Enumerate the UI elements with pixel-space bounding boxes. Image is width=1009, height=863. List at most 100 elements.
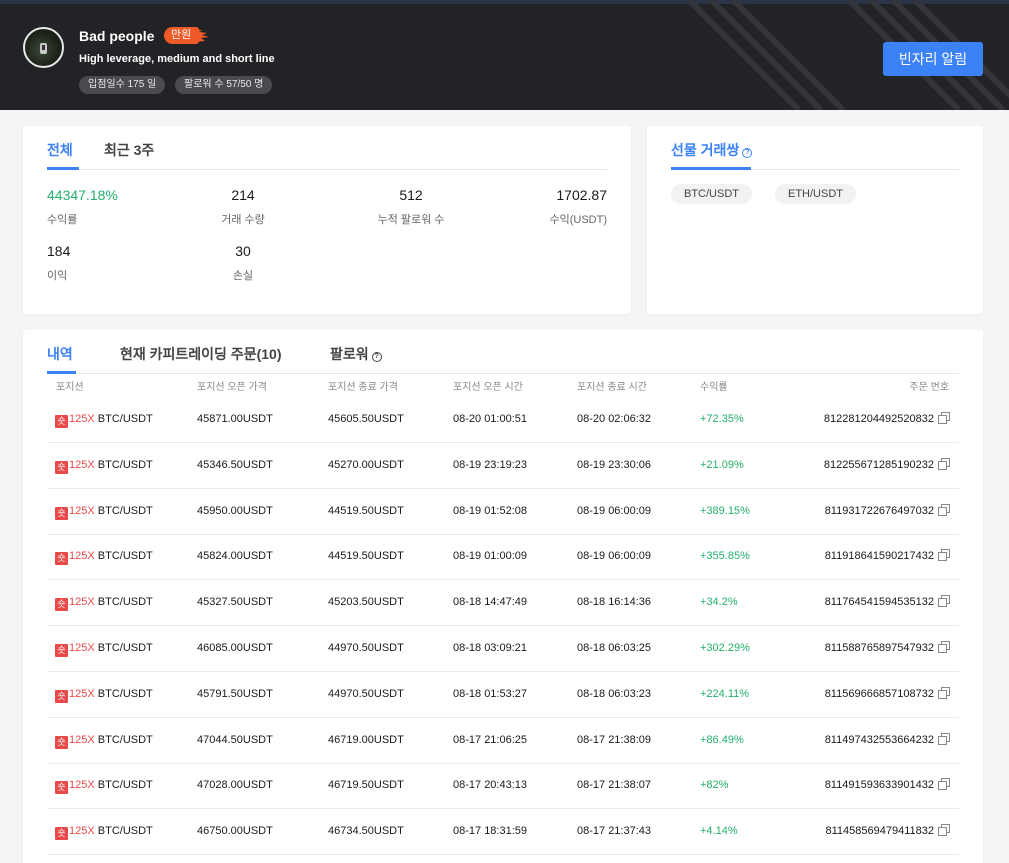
open-price: 47028.00USDT bbox=[197, 779, 273, 792]
help-icon[interactable]: ? bbox=[371, 352, 382, 362]
close-time: 08-18 16:14:36 bbox=[577, 596, 652, 609]
table-row: 숏 125X BTC/USDT 45346.50USDT 45270.00USDT 08… bbox=[47, 443, 959, 489]
position-cell: 숏 125X BTC/USDT bbox=[55, 763, 153, 808]
order-number-cell: 811764541594535132 bbox=[769, 580, 950, 625]
pair-eth-usdt[interactable]: ETH/USDT bbox=[775, 184, 856, 204]
roi-value: +224.11% bbox=[700, 687, 750, 700]
open-price: 45824.00USDT bbox=[197, 550, 273, 563]
tab-futures-pairs[interactable]: 선물 거래쌍? bbox=[671, 140, 753, 160]
col-roi: 수익률 bbox=[700, 382, 728, 393]
open-time: 08-19 01:52:08 bbox=[453, 504, 528, 517]
close-time: 08-18 06:03:23 bbox=[577, 687, 652, 700]
followers-tab-label: 팔로워 bbox=[330, 346, 369, 362]
open-time: 08-17 18:31:59 bbox=[453, 825, 528, 838]
copy-icon[interactable] bbox=[938, 595, 950, 608]
copy-icon[interactable] bbox=[938, 457, 950, 470]
tab-history[interactable]: 내역 bbox=[47, 344, 73, 364]
trader-name: Bad people bbox=[79, 28, 155, 44]
copy-icon[interactable] bbox=[938, 732, 950, 745]
active-tab-indicator bbox=[47, 371, 76, 374]
leverage: 125X bbox=[69, 642, 95, 654]
stat-trades-label: 거래 수량 bbox=[221, 214, 265, 226]
copy-icon[interactable] bbox=[938, 549, 950, 562]
vacancy-alert-button[interactable]: 빈자리 알림 bbox=[883, 42, 983, 76]
stat-profit-value: 1702.87 bbox=[556, 187, 607, 203]
position-cell: 숏 125X BTC/USDT bbox=[55, 443, 153, 488]
followers-pill: 팔로워 수 57/50 명 bbox=[175, 76, 273, 94]
order-number-cell: 811491593633901432 bbox=[769, 763, 950, 808]
table-row: 숏 125X BTC/USDT 47044.50USDT 46719.00USDT 08… bbox=[47, 718, 959, 764]
order-number: 811491593633901432 bbox=[824, 779, 934, 792]
table-row: 숏 125X BTC/USDT 45824.00USDT 44519.50USDT 08… bbox=[47, 534, 959, 581]
open-price: 46085.00USDT bbox=[197, 642, 273, 654]
pair: BTC/USDT bbox=[97, 550, 153, 563]
close-price: 45270.00USDT bbox=[328, 458, 404, 471]
order-number-cell: 811497432553664232 bbox=[769, 718, 950, 763]
close-price: 44970.50USDT bbox=[328, 687, 404, 700]
close-time: 08-17 21:38:07 bbox=[577, 779, 652, 792]
order-number-cell: 811588765897547932 bbox=[769, 626, 950, 671]
copy-icon[interactable] bbox=[938, 412, 950, 424]
order-number-cell: 811918641590217432 bbox=[769, 534, 950, 579]
futures-pairs-title: 선물 거래쌍 bbox=[671, 142, 740, 158]
stat-roi-label: 수익률 bbox=[47, 214, 78, 226]
position-cell: 숏 125X BTC/USDT bbox=[55, 534, 153, 579]
active-tab-indicator bbox=[671, 167, 751, 170]
leverage: 125X bbox=[69, 550, 95, 563]
close-price: 45203.50USDT bbox=[328, 596, 404, 609]
col-close-time: 포지션 종료 시간 bbox=[577, 382, 647, 393]
order-number: 811764541594535132 bbox=[824, 596, 934, 609]
order-number-cell: 811569666857108732 bbox=[769, 672, 950, 717]
order-number: 811918641590217432 bbox=[824, 550, 934, 563]
tab-recent-3-weeks[interactable]: 최근 3주 bbox=[104, 140, 154, 160]
stat-losses-label: 손실 bbox=[232, 270, 254, 282]
short-tag: 숏 bbox=[55, 644, 68, 657]
copy-icon[interactable] bbox=[938, 824, 950, 837]
order-number: 811588765897547932 bbox=[824, 642, 934, 654]
position-cell: 숏 125X BTC/USDT bbox=[55, 489, 153, 534]
col-open-price: 포지션 오픈 가격 bbox=[197, 382, 267, 393]
close-time: 08-17 21:37:43 bbox=[577, 825, 652, 838]
pairs-tabs: 선물 거래쌍? bbox=[671, 126, 959, 170]
open-price: 45950.00USDT bbox=[197, 504, 273, 517]
open-price: 45791.50USDT bbox=[197, 687, 273, 700]
stat-trades-value: 214 bbox=[231, 187, 255, 203]
stats-tabs: 전체 최근 3주 bbox=[47, 126, 607, 170]
position-cell: 숏 125X BTC/USDT bbox=[55, 626, 153, 671]
open-time: 08-19 01:00:09 bbox=[453, 550, 528, 563]
stat-profit-label: 수익(USDT) bbox=[549, 214, 607, 226]
roi-value: +21.09% bbox=[700, 458, 744, 471]
close-time: 08-17 21:38:09 bbox=[577, 733, 652, 746]
pair-btc-usdt[interactable]: BTC/USDT bbox=[671, 184, 752, 204]
copy-icon[interactable] bbox=[938, 503, 950, 516]
short-tag: 숏 bbox=[55, 735, 68, 749]
order-number: 812255671285190232 bbox=[823, 458, 934, 471]
open-time: 08-18 03:09:21 bbox=[453, 642, 528, 654]
tab-followers[interactable]: 팔로워? bbox=[330, 344, 382, 364]
leverage: 125X bbox=[69, 413, 95, 425]
short-tag: 숏 bbox=[55, 506, 68, 520]
open-time: 08-17 21:06:25 bbox=[453, 733, 528, 746]
stats-card: 전체 최근 3주 44347.18% 수익률 214 거래 수량 512 누적 … bbox=[23, 126, 631, 314]
copy-icon[interactable] bbox=[938, 641, 950, 653]
orders-card: 내역 현재 카피트레이딩 주문(10) 팔로워? 포지션 포지션 오픈 가격 포… bbox=[23, 330, 983, 863]
open-price: 45327.50USDT bbox=[197, 596, 273, 609]
tab-current-copy-orders[interactable]: 현재 카피트레이딩 주문(10) bbox=[120, 344, 281, 364]
copy-icon[interactable] bbox=[938, 686, 950, 699]
col-open-time: 포지션 오픈 시간 bbox=[453, 382, 523, 393]
open-time: 08-18 01:53:27 bbox=[453, 687, 528, 700]
pair: BTC/USDT bbox=[97, 642, 153, 654]
close-price: 44519.50USDT bbox=[328, 550, 404, 563]
tab-all[interactable]: 전체 bbox=[47, 140, 73, 160]
close-time: 08-20 02:06:32 bbox=[577, 413, 652, 425]
close-time: 08-19 06:00:09 bbox=[577, 504, 652, 517]
position-cell: 숏 125X BTC/USDT bbox=[55, 580, 153, 625]
order-number: 811931722676497032 bbox=[824, 504, 934, 517]
copy-icon[interactable] bbox=[938, 778, 950, 791]
order-number: 811497432553664232 bbox=[824, 733, 934, 746]
leverage: 125X bbox=[69, 458, 95, 471]
close-price: 46719.50USDT bbox=[328, 779, 404, 792]
position-cell: 숏 125X BTC/USDT bbox=[55, 718, 153, 763]
help-icon[interactable]: ? bbox=[742, 148, 753, 158]
open-time: 08-17 20:43:13 bbox=[453, 779, 528, 792]
